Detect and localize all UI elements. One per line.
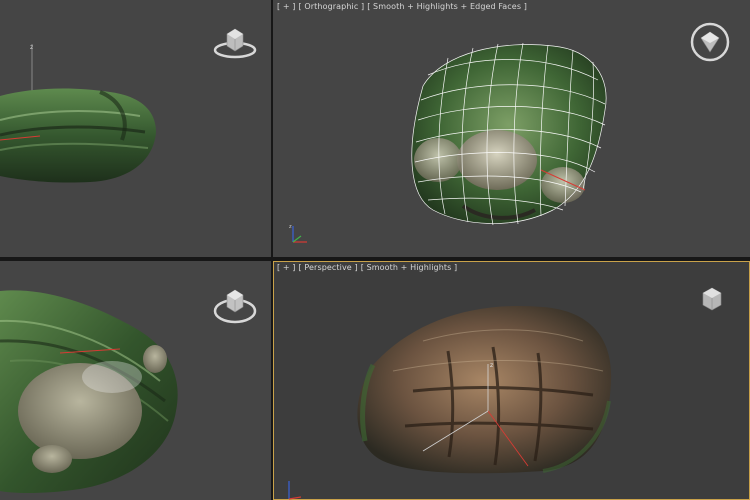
model-mesh xyxy=(357,305,612,474)
viewport-left[interactable]: z xyxy=(0,0,271,257)
axis-tripod-icon xyxy=(283,477,307,500)
axis-z-label: z xyxy=(30,44,33,51)
svg-text:z: z xyxy=(289,224,292,230)
viewcube-icon[interactable] xyxy=(689,279,735,319)
viewport-grid: z [ + ][ Orthographic ][ Smooth + Highli… xyxy=(0,0,750,500)
viewport-front[interactable] xyxy=(0,261,271,500)
viewport-perspective[interactable]: [ + ][ Perspective ][ Smooth + Highlight… xyxy=(273,261,750,500)
axis-tripod-icon: z xyxy=(287,222,311,246)
viewcube-icon[interactable] xyxy=(212,22,258,62)
svg-text:z: z xyxy=(490,362,493,369)
perspective-view-canvas: z xyxy=(357,305,612,474)
model-mesh xyxy=(0,88,156,183)
viewcube-icon[interactable] xyxy=(212,285,258,325)
viewcube-icon[interactable] xyxy=(687,22,733,62)
viewport-orthographic[interactable]: [ + ][ Orthographic ][ Smooth + Highligh… xyxy=(273,0,750,257)
orthographic-view-canvas xyxy=(411,42,607,226)
